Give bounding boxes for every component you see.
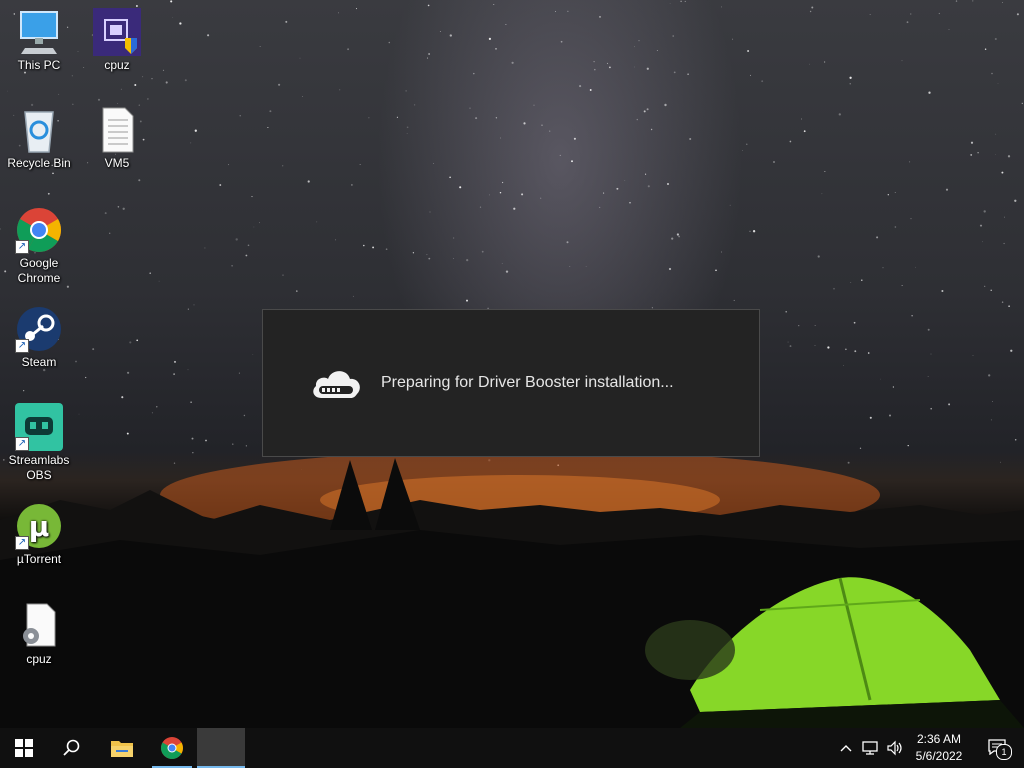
desktop-icon-label: This PC <box>17 58 61 72</box>
network-icon <box>862 741 878 755</box>
desktop-wallpaper: This PC cpuz Recycle Bin VM5 ↗ Google Ch… <box>0 0 1024 728</box>
svg-text:µ: µ <box>29 510 50 543</box>
taskbar-installer-task[interactable] <box>197 728 245 768</box>
this-pc-icon <box>15 8 63 56</box>
desktop-icon-recycle-bin[interactable]: Recycle Bin <box>1 106 77 171</box>
action-center-button[interactable]: 1 <box>978 728 1018 768</box>
network-button[interactable] <box>860 728 882 768</box>
chevron-up-icon <box>840 745 852 752</box>
desktop-icon-label: cpuz <box>26 652 52 666</box>
chrome-icon <box>161 737 183 759</box>
desktop-icon-label: Streamlabs OBS <box>8 453 70 482</box>
search-icon <box>63 739 80 756</box>
desktop-icon-this-pc[interactable]: This PC <box>1 8 77 73</box>
shortcut-arrow-icon: ↗ <box>15 339 29 353</box>
installer-status-message: Preparing for Driver Booster installatio… <box>381 374 674 391</box>
chrome-icon: ↗ <box>15 206 63 254</box>
file-explorer-icon <box>111 741 133 757</box>
taskbar-chrome[interactable] <box>148 728 196 768</box>
clock-time: 2:36 AM <box>916 732 962 746</box>
shortcut-arrow-icon: ↗ <box>15 536 29 550</box>
text-file-icon <box>93 106 141 154</box>
streamlabs-obs-icon: ↗ <box>15 403 63 451</box>
desktop-icon-utorrent[interactable]: µ ↗ µTorrent <box>1 502 77 567</box>
clock-date: 5/6/2022 <box>915 749 963 763</box>
search-button[interactable] <box>48 728 96 768</box>
shortcut-arrow-icon: ↗ <box>15 240 29 254</box>
start-button[interactable] <box>0 728 48 768</box>
desktop-icon-label: Google Chrome <box>17 256 61 285</box>
desktop-icon-steam[interactable]: ↗ Steam <box>1 305 77 370</box>
volume-icon <box>887 740 902 756</box>
desktop-icon-label: µTorrent <box>16 552 62 566</box>
start-icon <box>15 739 33 757</box>
desktop-icon-label: cpuz <box>104 58 130 72</box>
desktop-icon-label: VM5 <box>104 156 130 170</box>
taskbar: 2:36 AM 5/6/2022 1 <box>0 728 1024 768</box>
cpuz-app-icon <box>93 8 141 56</box>
show-hidden-icons-button[interactable] <box>836 728 856 768</box>
desktop-icon-cpuz[interactable]: cpuz <box>79 8 155 73</box>
cloud-progress-icon <box>311 364 363 404</box>
desktop-icon-label: Steam <box>21 355 57 369</box>
steam-icon: ↗ <box>15 305 63 353</box>
taskbar-file-explorer[interactable] <box>98 728 146 768</box>
notification-count-badge: 1 <box>996 744 1012 760</box>
taskbar-clock[interactable]: 2:36 AM 5/6/2022 <box>906 731 972 765</box>
config-file-icon <box>15 602 63 650</box>
desktop-icon-label: Recycle Bin <box>7 156 71 170</box>
desktop-icon-vm5[interactable]: VM5 <box>79 106 155 171</box>
utorrent-icon: µ ↗ <box>15 502 63 550</box>
driver-booster-installer-dialog: Preparing for Driver Booster installatio… <box>262 309 760 457</box>
installer-task-icon <box>209 736 233 760</box>
desktop-icon-streamlabs-obs[interactable]: ↗ Streamlabs OBS <box>1 403 77 483</box>
desktop-icon-google-chrome[interactable]: ↗ Google Chrome <box>1 206 77 286</box>
shortcut-arrow-icon: ↗ <box>15 437 29 451</box>
recycle-bin-icon <box>15 106 63 154</box>
desktop-icon-cpuz-config[interactable]: cpuz <box>1 602 77 667</box>
volume-button[interactable] <box>884 728 906 768</box>
